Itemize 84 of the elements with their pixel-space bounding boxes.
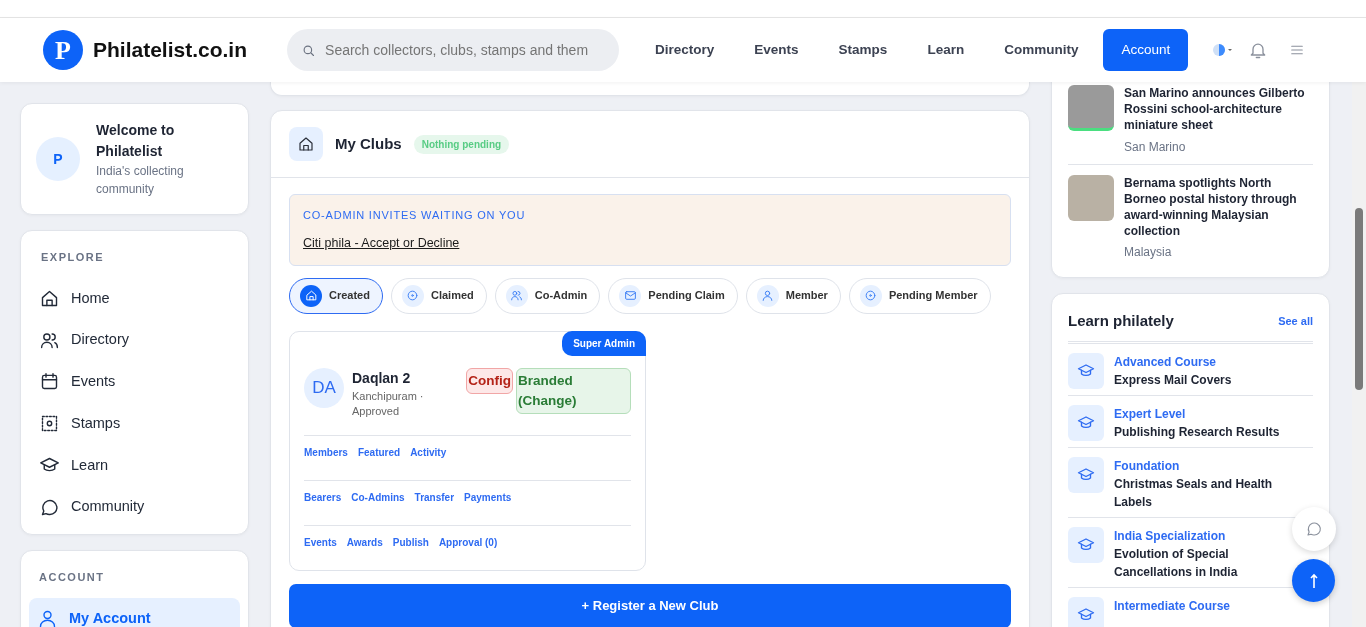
- sidebar-item[interactable]: My Account: [29, 597, 240, 627]
- welcome-title: Welcome to Philatelist: [96, 121, 176, 161]
- register-club-button[interactable]: + Register a New Club: [289, 584, 1011, 627]
- club-name: Daqlan 2: [352, 368, 412, 388]
- filter-chip[interactable]: Claimed: [390, 277, 487, 314]
- welcome-subtitle: India's collecting community: [96, 163, 185, 198]
- people-icon: [510, 289, 524, 302]
- nav-link[interactable]: Stamps: [818, 39, 908, 61]
- tag[interactable]: Branded (Change): [515, 367, 631, 414]
- course-level: Intermediate Course: [1114, 597, 1231, 615]
- status-badge: Nothing pending: [413, 134, 510, 154]
- sidebar-item[interactable]: Events: [31, 361, 238, 403]
- see-all-link[interactable]: See all: [1278, 313, 1313, 330]
- club-meta: Kanchipuram · Approved: [352, 388, 425, 419]
- logo-icon[interactable]: P: [43, 30, 83, 70]
- action-link[interactable]: Transfer: [414, 490, 455, 506]
- action-link[interactable]: Payments: [464, 490, 512, 506]
- filter-chip[interactable]: Pending Member: [848, 277, 991, 314]
- club-avatar: DA: [304, 367, 344, 408]
- nav-link[interactable]: Directory: [635, 39, 735, 61]
- filter-chip[interactable]: Co-Admin: [494, 277, 601, 314]
- sidebar-item[interactable]: Community: [31, 486, 238, 528]
- course-item[interactable]: Intermediate Course: [1068, 596, 1231, 627]
- course-item[interactable]: Expert Level Publishing Research Results: [1068, 404, 1280, 441]
- nav-link[interactable]: Events: [734, 39, 819, 61]
- action-link[interactable]: Approval (0): [438, 535, 498, 551]
- invite-link[interactable]: Citi phila - Accept or Decline: [303, 235, 460, 250]
- course-topic: Evolution of Special Cancellations in India: [1114, 545, 1239, 581]
- action-link[interactable]: Events: [304, 535, 337, 551]
- photo-placeholder: [1068, 85, 1114, 131]
- panel-title: My Clubs: [335, 133, 402, 154]
- news-location: San Marino: [1124, 138, 1187, 156]
- search-field[interactable]: Search collectors, clubs, stamps and them: [287, 29, 620, 71]
- avatar: P: [36, 137, 80, 181]
- course-item[interactable]: India Specialization Evolution of Special Cancellations in India: [1068, 526, 1294, 581]
- section-heading: EXPLORE: [40, 250, 106, 265]
- action-link[interactable]: Publish: [392, 535, 429, 551]
- action-link[interactable]: Activity: [410, 445, 447, 461]
- news-title[interactable]: Bernama spotlights North Borneo postal history through award-winning Malaysian collection: [1124, 174, 1313, 240]
- photo-placeholder: [1068, 174, 1114, 221]
- account-button[interactable]: Account: [1103, 28, 1189, 72]
- up-arrow-icon: [1308, 572, 1319, 589]
- action-link[interactable]: Bearers: [304, 490, 342, 506]
- panel-title: Learn philately: [1068, 311, 1174, 332]
- tag[interactable]: Config: [466, 367, 513, 394]
- theme-toggle-icon[interactable]: [1212, 43, 1235, 57]
- filter-chip[interactable]: Pending Claim: [608, 277, 738, 314]
- person-icon: [761, 289, 775, 302]
- action-link[interactable]: Co-Admins: [351, 490, 405, 506]
- nav-link[interactable]: Learn: [907, 39, 985, 61]
- search-icon: [301, 43, 317, 58]
- home-icon: [304, 289, 318, 302]
- scrollbar-thumb[interactable]: [1355, 208, 1363, 390]
- nav-link[interactable]: Community: [984, 39, 1099, 61]
- action-link[interactable]: Members: [304, 445, 348, 461]
- course-item[interactable]: Foundation Christmas Seals and Health Labels: [1068, 456, 1294, 511]
- course-topic: Christmas Seals and Health Labels: [1114, 475, 1274, 511]
- home-icon: [297, 135, 315, 153]
- course-topic: Publishing Research Results: [1114, 423, 1280, 441]
- sidebar-item[interactable]: Directory: [31, 319, 238, 361]
- speech-bubble-icon: [1305, 520, 1323, 538]
- filter-chip[interactable]: Created: [289, 277, 383, 314]
- role-badge: Super Admin: [562, 330, 646, 356]
- filter-chip[interactable]: Member: [745, 277, 841, 314]
- course-topic: Express Mail Covers: [1114, 371, 1232, 389]
- news-title[interactable]: San Marino announces Gilberto Rossini school-architecture miniature sheet: [1124, 85, 1313, 134]
- action-link[interactable]: Awards: [346, 535, 383, 551]
- sidebar-item[interactable]: Home: [31, 277, 238, 320]
- scrollbar-track[interactable]: [1352, 82, 1366, 627]
- invite-heading: CO-ADMIN INVITES WAITING ON YOU: [303, 208, 527, 223]
- circle-icon: [406, 289, 420, 302]
- circle-icon: [864, 289, 878, 302]
- action-link[interactable]: Featured: [357, 445, 401, 461]
- site-name[interactable]: Philatelist.co.in: [93, 34, 248, 66]
- course-level: India Specialization: [1114, 527, 1227, 545]
- section-heading: ACCOUNT: [38, 570, 106, 585]
- course-level: Foundation: [1114, 457, 1181, 475]
- news-location: Malaysia: [1124, 244, 1173, 262]
- sidebar-item[interactable]: Learn: [31, 444, 238, 487]
- course-item[interactable]: Advanced Course Express Mail Covers: [1068, 352, 1232, 389]
- sidebar-item[interactable]: Stamps: [31, 402, 238, 445]
- course-level: Expert Level: [1114, 405, 1187, 423]
- envelope-icon: [623, 289, 637, 302]
- course-level: Advanced Course: [1114, 353, 1218, 371]
